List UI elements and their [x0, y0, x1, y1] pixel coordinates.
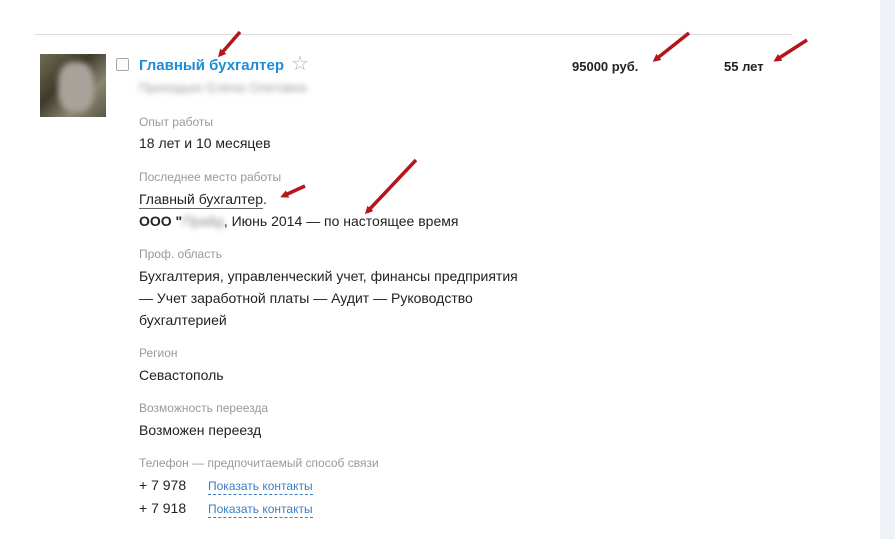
arrow-icon — [652, 31, 691, 62]
annotation-arrows — [218, 30, 808, 215]
resume-card: Главный бухгалтер ☆ 95000 руб. 55 лет Пр… — [0, 0, 880, 539]
arrow-icon — [218, 30, 242, 58]
arrow-icon — [364, 158, 418, 215]
arrow-icon — [280, 184, 306, 198]
arrow-icon — [773, 38, 808, 62]
